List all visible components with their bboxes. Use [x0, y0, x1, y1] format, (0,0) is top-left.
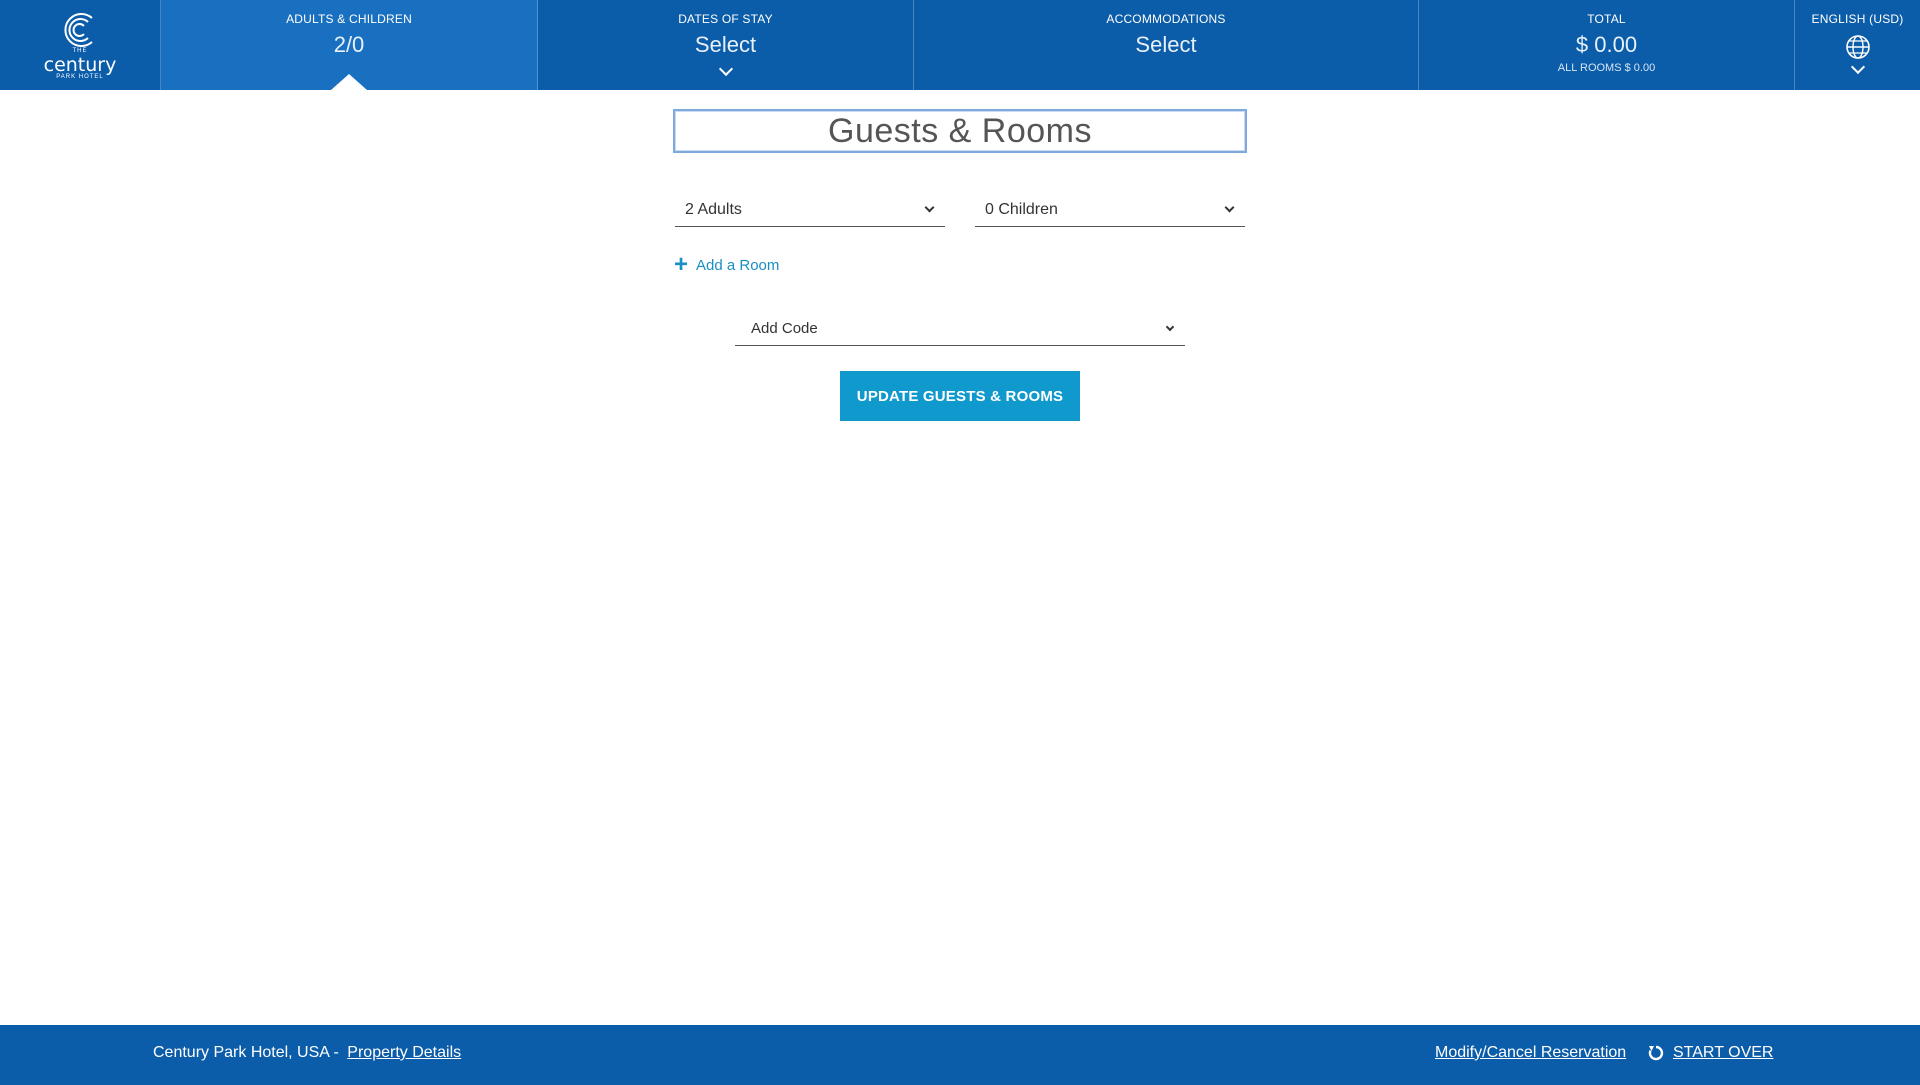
adults-children-tab[interactable]: ADULTS & CHILDREN 2/0 [161, 0, 538, 90]
language-label: ENGLISH (USD) [1811, 12, 1904, 26]
accommodations-tab[interactable]: ACCOMMODATIONS Select [914, 0, 1419, 90]
plus-icon: + [674, 251, 689, 278]
promo-code-value: Add Code [751, 320, 818, 337]
promo-code-select[interactable]: Add Code [735, 312, 1185, 346]
active-tab-pointer [331, 74, 367, 90]
accommodations-value: Select [1135, 32, 1197, 57]
refresh-icon [1648, 1045, 1664, 1061]
update-guests-rooms-button[interactable]: UPDATE GUESTS & ROOMS [840, 371, 1080, 421]
property-details-link[interactable]: Property Details [347, 1044, 461, 1061]
dates-of-stay-tab[interactable]: DATES OF STAY Select [538, 0, 914, 90]
logo-wordmark: century [43, 54, 117, 76]
adults-children-value: 2/0 [333, 32, 365, 57]
chevron-down-icon [1224, 202, 1235, 213]
century-logo-icon [64, 13, 93, 47]
footer-bar: Century Park Hotel, USA - Property Detai… [0, 1025, 1920, 1085]
children-select[interactable]: 0 Children [975, 193, 1245, 227]
top-nav-bar: THE century PARK HOTEL ADULTS & CHILDREN… [0, 0, 1920, 90]
start-over-label[interactable]: START OVER [1673, 1044, 1773, 1062]
chevron-down-icon [924, 202, 935, 213]
page-title: Guests & Rooms [828, 111, 1092, 150]
chevron-down-icon [718, 61, 733, 77]
dates-of-stay-value: Select [694, 32, 757, 57]
chevron-down-icon [1165, 322, 1175, 331]
start-over-button[interactable]: START OVER [1647, 1044, 1773, 1062]
modify-cancel-reservation-link[interactable]: Modify/Cancel Reservation [1435, 1044, 1626, 1062]
hotel-logo[interactable]: THE century PARK HOTEL [0, 0, 161, 90]
total-label: TOTAL [1587, 12, 1626, 26]
total-value: $ 0.00 [1575, 32, 1638, 57]
dates-of-stay-label: DATES OF STAY [678, 12, 773, 26]
add-room-label: Add a Room [696, 256, 780, 274]
hotel-name-text: Century Park Hotel, USA - [153, 1044, 339, 1061]
total-tab[interactable]: TOTAL $ 0.00 ALL ROOMS $ 0.00 [1419, 0, 1795, 90]
language-selector[interactable]: ENGLISH (USD) [1795, 0, 1920, 90]
guests-rooms-heading-box: Guests & Rooms [673, 109, 1247, 153]
children-select-value: 0 Children [985, 200, 1058, 218]
globe-icon [1845, 35, 1870, 59]
all-rooms-total: ALL ROOMS $ 0.00 [1557, 62, 1656, 74]
adults-select-value: 2 Adults [685, 200, 742, 218]
accommodations-label: ACCOMMODATIONS [1106, 12, 1226, 26]
chevron-down-icon [1850, 59, 1865, 75]
logo-subtext: PARK HOTEL [56, 74, 104, 80]
adults-select[interactable]: 2 Adults [675, 193, 945, 227]
footer-hotel-info: Century Park Hotel, USA - Property Detai… [153, 1044, 461, 1062]
add-room-button[interactable]: + Add a Room [674, 251, 780, 278]
adults-children-label: ADULTS & CHILDREN [286, 12, 412, 26]
